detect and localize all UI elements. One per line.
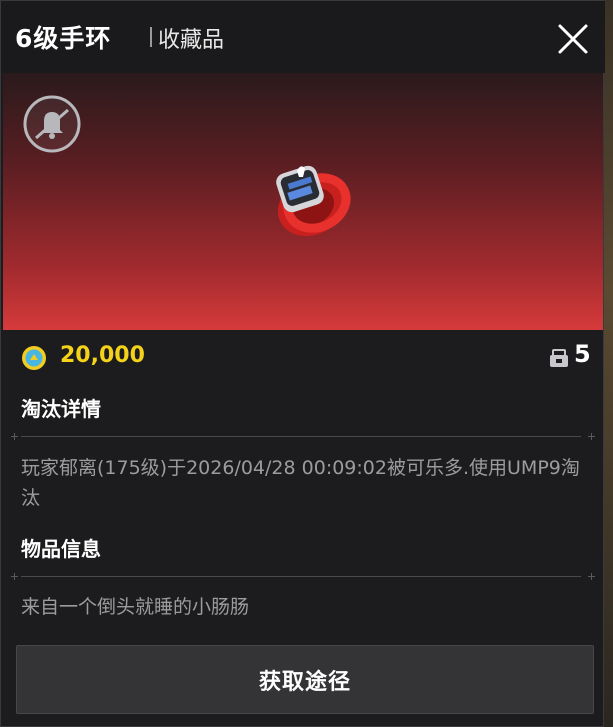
- item-detail-panel: 6级手环 收藏品 20,000 5 淘汰详情 玩家郁离(175级)于2026/0…: [0, 0, 605, 727]
- close-button[interactable]: [553, 19, 593, 59]
- bell-badge-icon: [23, 95, 81, 153]
- elimination-section-title: 淘汰详情: [21, 397, 101, 421]
- price-row: 20,000 5: [1, 340, 605, 376]
- item-preview: [3, 73, 603, 330]
- item-description: 来自一个倒头就睡的小肠肠: [21, 596, 250, 618]
- stack-icon: [550, 349, 568, 367]
- section-divider: [11, 433, 595, 440]
- wristband-icon: [276, 165, 351, 237]
- obtain-method-button[interactable]: 获取途径: [16, 645, 594, 714]
- close-icon: [558, 24, 588, 54]
- panel-header: 6级手环 收藏品: [1, 1, 605, 73]
- stack-count: 5: [574, 340, 591, 368]
- title-separator: [150, 27, 152, 47]
- section-divider: [11, 573, 595, 580]
- item-category: 收藏品: [158, 28, 225, 53]
- item-price: 20,000: [60, 343, 145, 368]
- info-section-title: 物品信息: [21, 537, 101, 561]
- obtain-method-label: 获取途径: [258, 669, 351, 695]
- item-title: 6级手环: [15, 24, 112, 53]
- elimination-details: 玩家郁离(175级)于2026/04/28 00:09:02被可乐多.使用UMP…: [21, 457, 580, 509]
- coin-icon: [22, 346, 46, 370]
